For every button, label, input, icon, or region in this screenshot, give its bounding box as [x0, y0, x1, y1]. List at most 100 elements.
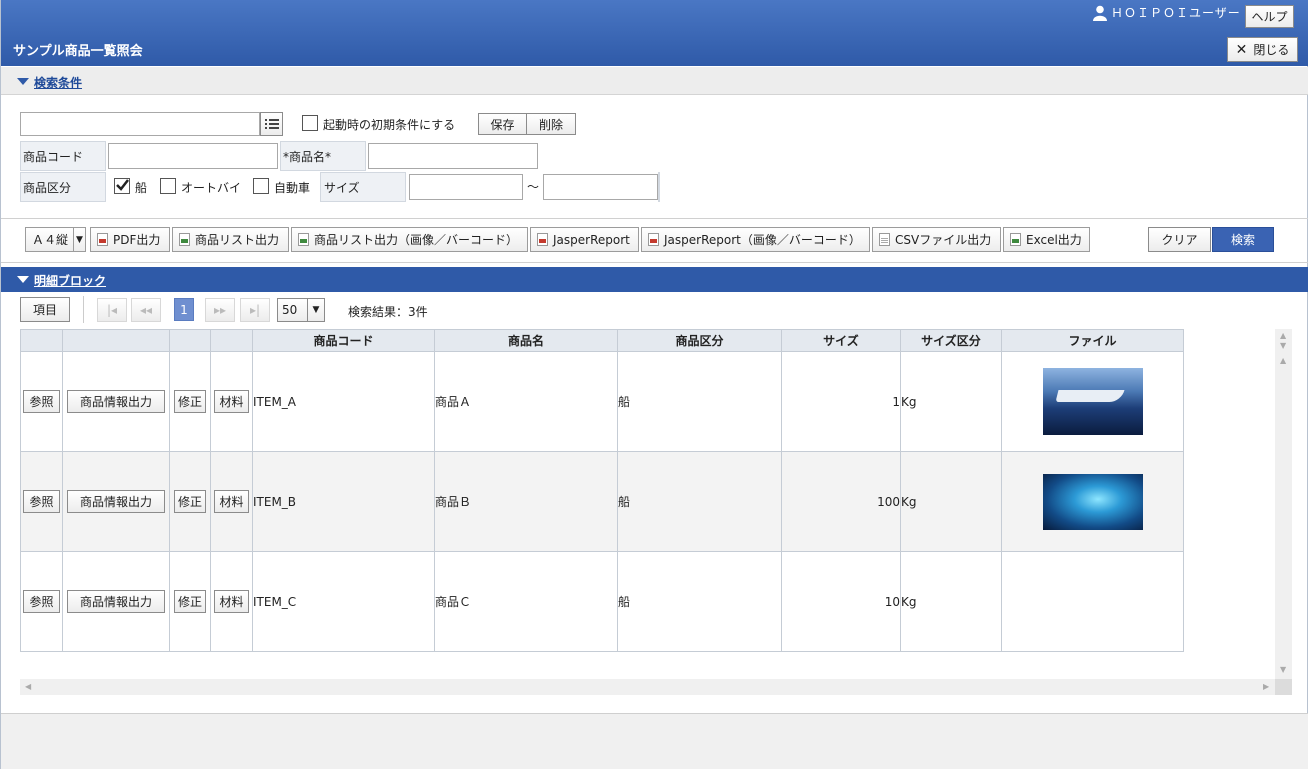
material-button[interactable]: 材料 — [214, 590, 249, 613]
scroll-corner — [1275, 679, 1292, 695]
category-motorbike-label: オートバイ — [181, 181, 242, 195]
category-ship-label: 船 — [135, 181, 148, 195]
material-button[interactable]: 材料 — [214, 390, 249, 413]
ref-button[interactable]: 参照 — [23, 590, 60, 613]
last-page-icon: ▸| — [249, 303, 261, 317]
table-header-row: 商品コード 商品名 商品区分 サイズ サイズ区分 ファイル — [20, 329, 1184, 352]
category-car-label: 自動車 — [274, 181, 311, 195]
saved-condition-input[interactable] — [20, 112, 260, 136]
paper-size-select[interactable]: Ａ４縦 ▼ — [25, 227, 86, 252]
material-button[interactable]: 材料 — [214, 490, 249, 513]
product-image-aurora[interactable] — [1042, 473, 1143, 530]
cell: 参照 — [20, 451, 63, 552]
chevron-down-icon: ▼ — [307, 299, 324, 321]
scroll-down-icon[interactable]: ▼ — [1280, 665, 1286, 674]
clear-button[interactable]: クリア — [1148, 227, 1211, 252]
col-header-name[interactable]: 商品名 — [434, 329, 618, 352]
jasper-report-button[interactable]: JasperReport — [530, 227, 639, 252]
page-size-value: 50 — [282, 303, 298, 317]
save-button[interactable]: 保存 — [478, 113, 527, 135]
ref-button[interactable]: 参照 — [23, 490, 60, 513]
page-number-button[interactable]: 1 — [174, 298, 194, 321]
next-page-icon: ▸▸ — [213, 303, 227, 317]
col-header-code[interactable]: 商品コード — [252, 329, 435, 352]
category-ship-checkbox[interactable] — [114, 178, 130, 194]
col-header-category[interactable]: 商品区分 — [617, 329, 782, 352]
cell-code: ITEM_B — [252, 451, 435, 552]
jasper-report-label: JasperReport — [553, 232, 630, 247]
page-title: サンプル商品一覧照会 — [13, 44, 143, 59]
edit-button[interactable]: 修正 — [173, 490, 206, 513]
excel-output-button[interactable]: Excel出力 — [1003, 227, 1090, 252]
pdf-output-label: PDF出力 — [113, 233, 161, 247]
cell: 修正 — [169, 451, 211, 552]
footer-area — [1, 713, 1308, 769]
col-header-info — [62, 329, 170, 352]
search-button[interactable]: 検索 — [1212, 227, 1274, 252]
category-motorbike-checkbox[interactable] — [160, 178, 176, 194]
scroll-up-icon[interactable]: ▲ — [1280, 356, 1286, 365]
prev-page-button[interactable]: ◂◂ — [131, 298, 161, 322]
cell-file — [1001, 451, 1184, 552]
edit-button[interactable]: 修正 — [173, 390, 206, 413]
product-code-input[interactable] — [108, 143, 278, 169]
col-header-file[interactable]: ファイル — [1001, 329, 1184, 352]
col-header-material — [210, 329, 253, 352]
csv-file-icon — [879, 233, 890, 246]
pdf-icon — [97, 233, 108, 246]
product-image-ship[interactable] — [1042, 368, 1143, 435]
scroll-up-icon[interactable]: ▲ — [1280, 331, 1286, 340]
divider — [1, 218, 1308, 219]
col-header-size[interactable]: サイズ — [781, 329, 901, 352]
delete-button[interactable]: 削除 — [526, 113, 576, 135]
search-section-header[interactable]: 検索条件 — [1, 67, 1308, 95]
csv-output-button[interactable]: CSVファイル出力 — [872, 227, 1001, 252]
result-table: 商品コード 商品名 商品区分 サイズ サイズ区分 ファイル 参照 商品情報出力 … — [20, 329, 1184, 652]
close-icon: ✕ — [1235, 41, 1248, 58]
page-size-select[interactable]: 50 ▼ — [277, 298, 325, 322]
cell-category: 船 — [617, 551, 782, 652]
scroll-right-icon[interactable]: ▶ — [1263, 682, 1269, 691]
scroll-left-icon[interactable]: ◀ — [25, 682, 31, 691]
size-from-input[interactable] — [409, 174, 523, 200]
list-image-output-button[interactable]: 商品リスト出力（画像／バーコード） — [291, 227, 528, 252]
info-output-button[interactable]: 商品情報出力 — [66, 490, 165, 513]
size-to-input[interactable] — [543, 174, 658, 200]
excel-output-label: Excel出力 — [1026, 233, 1082, 247]
search-section-title[interactable]: 検索条件 — [34, 74, 82, 91]
cell-code: ITEM_A — [252, 351, 435, 452]
cell: 商品情報出力 — [62, 451, 170, 552]
grid-border — [658, 172, 660, 202]
cell-category: 船 — [617, 351, 782, 452]
category-car-checkbox[interactable] — [253, 178, 269, 194]
pdf-output-button[interactable]: PDF出力 — [90, 227, 170, 252]
info-output-button[interactable]: 商品情報出力 — [66, 390, 165, 413]
list-output-button[interactable]: 商品リスト出力 — [172, 227, 289, 252]
scroll-down-icon[interactable]: ▼ — [1280, 341, 1286, 350]
user-name: ＨＯＩＰＯＩユーザー — [1111, 6, 1241, 20]
horizontal-scrollbar[interactable]: ◀ ▶ — [20, 679, 1275, 695]
excel-icon — [1010, 233, 1021, 246]
jasper-report-image-button[interactable]: JasperReport（画像／バーコード） — [641, 227, 870, 252]
last-page-button[interactable]: ▸| — [240, 298, 270, 322]
detail-section-header[interactable]: 明細ブロック — [1, 267, 1308, 292]
vertical-scrollbar[interactable]: ▲ ▼ ▲ ▼ — [1275, 329, 1292, 679]
col-header-size-unit[interactable]: サイズ区分 — [900, 329, 1002, 352]
next-page-button[interactable]: ▸▸ — [205, 298, 235, 322]
edit-button[interactable]: 修正 — [173, 590, 206, 613]
cell-size: 10 — [781, 551, 901, 652]
close-button[interactable]: ✕ 閉じる — [1227, 37, 1298, 62]
column-items-button[interactable]: 項目 — [20, 297, 70, 322]
ref-button[interactable]: 参照 — [23, 390, 60, 413]
help-button[interactable]: ヘルプ — [1245, 5, 1294, 28]
default-condition-label: 起動時の初期条件にする — [323, 118, 456, 132]
detail-section-title[interactable]: 明細ブロック — [34, 272, 106, 289]
first-page-button[interactable]: |◂ — [97, 298, 127, 322]
user-info: ＨＯＩＰＯＩユーザー — [1093, 4, 1241, 21]
condition-list-button[interactable] — [260, 112, 283, 136]
info-output-button[interactable]: 商品情報出力 — [66, 590, 165, 613]
cell-size: 100 — [781, 451, 901, 552]
product-name-input[interactable] — [368, 143, 538, 169]
default-condition-checkbox[interactable] — [302, 115, 318, 131]
cell: 商品情報出力 — [62, 551, 170, 652]
